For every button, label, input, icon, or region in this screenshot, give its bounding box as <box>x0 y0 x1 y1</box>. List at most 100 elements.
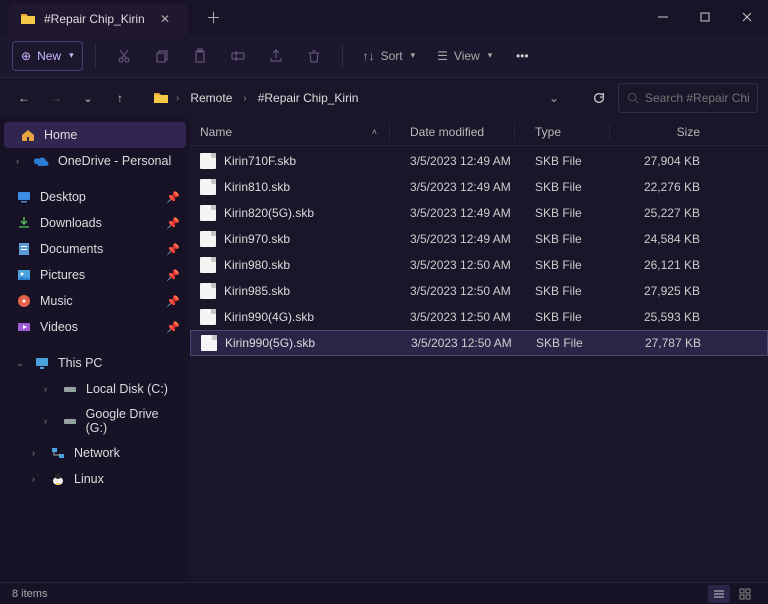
maximize-button[interactable] <box>684 0 726 34</box>
file-type: SKB File <box>526 336 621 350</box>
sort-icon: ↑↓ <box>363 49 375 63</box>
sort-label: Sort <box>381 49 403 63</box>
nav-linux[interactable]: › Linux <box>0 466 190 492</box>
folder-icon <box>153 90 169 106</box>
home-icon <box>20 127 36 143</box>
more-button[interactable]: ••• <box>506 41 538 71</box>
cut-button[interactable] <box>108 41 140 71</box>
drive-icon <box>62 413 78 429</box>
drive-icon <box>62 381 78 397</box>
breadcrumb-segment[interactable]: Remote <box>186 89 236 107</box>
breadcrumb-segment[interactable]: #Repair Chip_Kirin <box>254 89 363 107</box>
nav-quick-item[interactable]: Downloads📌 <box>0 210 190 236</box>
nav-home[interactable]: Home <box>4 122 186 148</box>
file-name: Kirin985.skb <box>224 284 290 298</box>
file-list-pane: Name ˄ Date modified Type Size Kirin710F… <box>190 118 768 582</box>
rename-button[interactable] <box>222 41 254 71</box>
file-date: 3/5/2023 12:49 AM <box>400 232 525 246</box>
history-chevron-button[interactable]: ⌄ <box>74 84 102 112</box>
column-header-name[interactable]: Name ˄ <box>190 124 400 140</box>
details-view-toggle[interactable] <box>708 585 730 603</box>
minimize-button[interactable] <box>642 0 684 34</box>
file-size: 25,593 KB <box>620 310 710 324</box>
chevron-right-icon: › <box>32 448 42 458</box>
delete-button[interactable] <box>298 41 330 71</box>
nav-quick-item[interactable]: Desktop📌 <box>0 184 190 210</box>
nav-drive-item[interactable]: ›Local Disk (C:) <box>0 376 190 402</box>
nav-label: Desktop <box>40 190 86 204</box>
file-date: 3/5/2023 12:50 AM <box>400 310 525 324</box>
view-label: View <box>454 49 480 63</box>
file-row[interactable]: Kirin710F.skb3/5/2023 12:49 AMSKB File27… <box>190 148 768 174</box>
nav-label: Documents <box>40 242 103 256</box>
new-button[interactable]: ⊕ New ▾ <box>12 41 83 71</box>
nav-label: Music <box>40 294 73 308</box>
nav-this-pc[interactable]: ⌄ This PC <box>0 350 190 376</box>
paste-button[interactable] <box>184 41 216 71</box>
sort-ascending-icon: ˄ <box>372 127 377 137</box>
nav-quick-item[interactable]: Videos 📌 <box>0 314 190 340</box>
address-row: ← → ⌄ ↑ › Remote › #Repair Chip_Kirin ⌄ <box>0 78 768 118</box>
nav-label: Google Drive (G:) <box>86 407 180 435</box>
file-row[interactable]: Kirin990(5G).skb3/5/2023 12:50 AMSKB Fil… <box>190 330 768 356</box>
nav-network[interactable]: › Network <box>0 440 190 466</box>
file-name: Kirin820(5G).skb <box>224 206 314 220</box>
column-header-type[interactable]: Type <box>525 124 620 140</box>
folder-icon <box>20 11 36 27</box>
nav-quick-item[interactable]: Documents📌 <box>0 236 190 262</box>
nav-drive-item[interactable]: › Google Drive (G:) <box>0 402 190 440</box>
thumbnail-view-toggle[interactable] <box>734 585 756 603</box>
command-toolbar: ⊕ New ▾ ↑↓ Sort ▾ ☰ View ▾ ••• <box>0 34 768 78</box>
up-button[interactable]: ↑ <box>106 84 134 112</box>
forward-button[interactable]: → <box>42 84 70 112</box>
chevron-down-icon: ▾ <box>411 50 416 61</box>
search-box[interactable] <box>618 83 758 113</box>
nav-label: Videos <box>40 320 78 334</box>
chevron-down-icon: ▾ <box>69 50 74 61</box>
column-header-date[interactable]: Date modified <box>400 124 525 140</box>
close-tab-icon[interactable]: ✕ <box>154 10 176 28</box>
sort-button[interactable]: ↑↓ Sort ▾ <box>355 41 424 71</box>
chevron-right-icon: › <box>243 93 246 104</box>
file-icon <box>200 309 216 325</box>
nav-label: Network <box>74 446 120 460</box>
chevron-right-icon: › <box>32 474 42 484</box>
folder-icon <box>16 215 32 231</box>
search-input[interactable] <box>645 91 749 105</box>
file-name: Kirin810.skb <box>224 180 290 194</box>
file-rows: Kirin710F.skb3/5/2023 12:49 AMSKB File27… <box>190 146 768 582</box>
file-type: SKB File <box>525 206 620 220</box>
close-window-button[interactable] <box>726 0 768 34</box>
file-row[interactable]: Kirin980.skb3/5/2023 12:50 AMSKB File26,… <box>190 252 768 278</box>
column-header-size[interactable]: Size <box>620 125 710 139</box>
nav-label: OneDrive - Personal <box>58 154 171 168</box>
status-bar: 8 items <box>0 582 768 604</box>
pin-icon: 📌 <box>166 321 180 334</box>
view-button[interactable]: ☰ View ▾ <box>429 41 500 71</box>
nav-quick-item[interactable]: Pictures📌 <box>0 262 190 288</box>
chevron-right-icon: › <box>44 416 54 426</box>
file-row[interactable]: Kirin970.skb3/5/2023 12:49 AMSKB File24,… <box>190 226 768 252</box>
pin-icon: 📌 <box>166 295 180 308</box>
back-button[interactable]: ← <box>10 84 38 112</box>
file-size: 27,904 KB <box>620 154 710 168</box>
file-icon <box>200 153 216 169</box>
nav-onedrive[interactable]: › OneDrive - Personal <box>0 148 190 174</box>
copy-button[interactable] <box>146 41 178 71</box>
new-tab-button[interactable]: ＋ <box>198 3 229 32</box>
file-row[interactable]: Kirin810.skb3/5/2023 12:49 AMSKB File22,… <box>190 174 768 200</box>
address-bar[interactable]: › Remote › #Repair Chip_Kirin ⌄ <box>144 83 574 113</box>
tab-current[interactable]: #Repair Chip_Kirin ✕ <box>8 4 188 34</box>
file-size: 25,227 KB <box>620 206 710 220</box>
file-row[interactable]: Kirin820(5G).skb3/5/2023 12:49 AMSKB Fil… <box>190 200 768 226</box>
address-dropdown-button[interactable]: ⌄ <box>543 89 565 107</box>
nav-quick-item[interactable]: Music 📌 <box>0 288 190 314</box>
refresh-button[interactable] <box>584 83 614 113</box>
share-button[interactable] <box>260 41 292 71</box>
folder-icon <box>16 189 32 205</box>
header-label: Name <box>200 125 232 139</box>
navigation-pane: Home › OneDrive - Personal Desktop📌Downl… <box>0 118 190 582</box>
nav-label: Downloads <box>40 216 102 230</box>
file-row[interactable]: Kirin985.skb3/5/2023 12:50 AMSKB File27,… <box>190 278 768 304</box>
file-row[interactable]: Kirin990(4G).skb3/5/2023 12:50 AMSKB Fil… <box>190 304 768 330</box>
